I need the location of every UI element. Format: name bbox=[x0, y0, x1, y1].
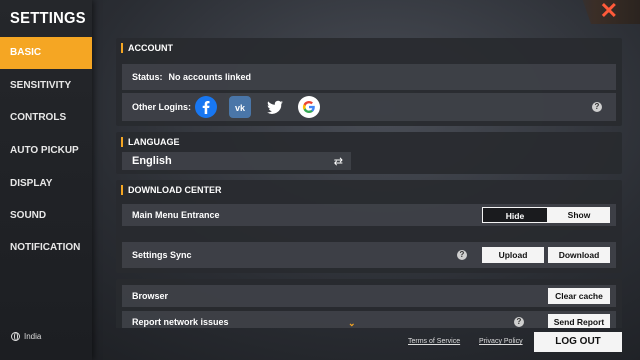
close-icon: ✕ bbox=[599, 0, 618, 23]
sidebar-item-basic[interactable]: BASIC bbox=[0, 37, 92, 69]
privacy-policy-link[interactable]: Privacy Policy bbox=[479, 338, 523, 345]
show-button[interactable]: Show bbox=[548, 207, 610, 223]
other-logins-label: Other Logins: bbox=[132, 102, 191, 112]
status-value: No accounts linked bbox=[168, 72, 252, 82]
download-button[interactable]: Download bbox=[548, 247, 610, 263]
page-title: SETTINGS bbox=[10, 10, 86, 27]
clear-cache-button[interactable]: Clear cache bbox=[548, 288, 610, 304]
google-icon[interactable] bbox=[298, 96, 320, 118]
logout-button[interactable]: LOG OUT bbox=[534, 332, 622, 352]
status-label: Status: bbox=[132, 72, 163, 82]
vk-icon[interactable]: vk bbox=[229, 96, 251, 118]
download-center-section: DOWNLOAD CENTER Main Menu Entrance Hide … bbox=[116, 180, 622, 273]
browser-row: Browser Clear cache bbox=[122, 285, 616, 307]
section-header-language: LANGUAGE bbox=[116, 132, 622, 152]
settings-sidebar: SETTINGS BASIC SENSITIVITY CONTROLS AUTO… bbox=[0, 0, 92, 360]
language-section: LANGUAGE English ⇄ bbox=[116, 132, 622, 174]
sidebar-item-auto-pickup[interactable]: AUTO PICKUP bbox=[0, 135, 92, 167]
upload-button[interactable]: Upload bbox=[482, 247, 544, 263]
settings-sync-label: Settings Sync bbox=[132, 250, 192, 260]
main-menu-entrance-label: Main Menu Entrance bbox=[132, 210, 220, 220]
sidebar-item-notification[interactable]: NOTIFICATION bbox=[0, 232, 92, 264]
account-section: ACCOUNT Status: No accounts linked Other… bbox=[116, 38, 622, 126]
globe-icon bbox=[11, 332, 20, 341]
sync-help-icon[interactable]: ? bbox=[457, 250, 467, 260]
main-menu-entrance-row: Main Menu Entrance Hide Show bbox=[122, 204, 616, 226]
other-logins-row: Other Logins: vk ? bbox=[122, 93, 616, 121]
send-report-button[interactable]: Send Report bbox=[548, 314, 610, 328]
report-help-icon[interactable]: ? bbox=[514, 317, 524, 327]
report-network-row: Report network issues ? Send Report bbox=[122, 311, 616, 328]
swap-icon: ⇄ bbox=[333, 155, 343, 168]
sidebar-item-display[interactable]: DISPLAY bbox=[0, 168, 92, 200]
report-network-label: Report network issues bbox=[132, 317, 229, 327]
facebook-icon[interactable] bbox=[195, 96, 217, 118]
browser-label: Browser bbox=[132, 291, 169, 301]
sidebar-item-sensitivity[interactable]: SENSITIVITY bbox=[0, 70, 92, 102]
twitter-icon[interactable] bbox=[264, 96, 286, 118]
section-header-download-center: DOWNLOAD CENTER bbox=[116, 180, 622, 200]
section-header-account: ACCOUNT bbox=[116, 38, 622, 58]
language-selector[interactable]: English ⇄ bbox=[122, 152, 351, 170]
sidebar-item-controls[interactable]: CONTROLS bbox=[0, 102, 92, 134]
terms-of-service-link[interactable]: Terms of Service bbox=[408, 338, 460, 345]
region-selector[interactable]: India bbox=[11, 332, 41, 341]
sidebar-item-sound[interactable]: SOUND bbox=[0, 200, 92, 232]
settings-content[interactable]: ACCOUNT Status: No accounts linked Other… bbox=[116, 38, 622, 328]
settings-sync-row: Settings Sync ? Upload Download bbox=[122, 242, 616, 268]
account-status-row: Status: No accounts linked bbox=[122, 64, 616, 90]
language-value: English bbox=[132, 155, 172, 167]
account-help-icon[interactable]: ? bbox=[592, 102, 602, 112]
hide-button[interactable]: Hide bbox=[482, 207, 548, 223]
misc-section: Browser Clear cache Report network issue… bbox=[116, 279, 622, 328]
svg-text:vk: vk bbox=[235, 103, 246, 113]
region-label: India bbox=[24, 332, 42, 341]
scroll-down-icon[interactable]: ⌄ bbox=[348, 318, 356, 329]
close-button[interactable]: ✕ bbox=[582, 0, 640, 24]
